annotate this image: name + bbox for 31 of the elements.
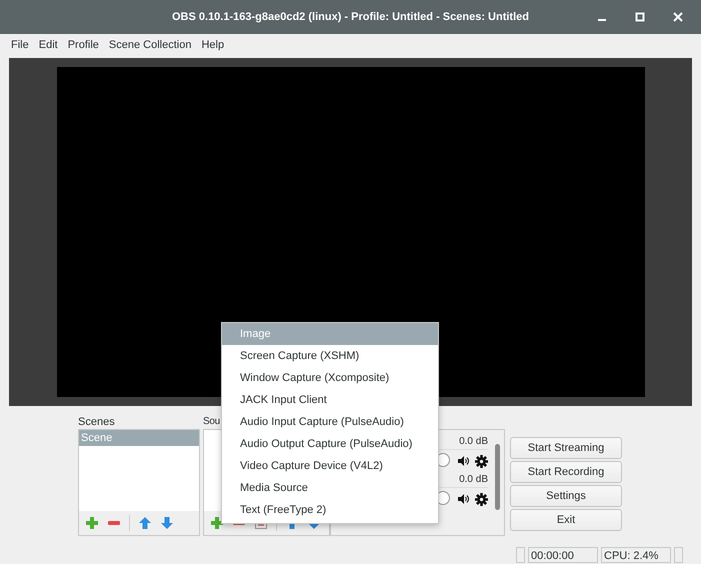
control-button[interactable]: Start Recording [510,461,622,483]
time-display: 00:00:00 [528,547,598,563]
control-button[interactable]: Exit [510,509,622,531]
settings-icon[interactable] [475,454,488,468]
maximize-icon[interactable] [635,12,645,22]
up-arrow-icon[interactable] [138,516,152,530]
menu-item[interactable]: Profile [68,39,99,51]
close-icon[interactable] [673,12,683,22]
menu-item[interactable]: Scene Collection [108,39,192,51]
menu-item[interactable]: Text (FreeType 2) [222,499,438,521]
down-arrow-icon[interactable] [160,516,174,530]
status-field [674,547,683,563]
menu-item[interactable]: File [11,39,29,51]
add-icon[interactable] [85,516,99,530]
speaker-icon[interactable] [457,455,469,467]
window-title: OBS 0.10.1-163-g8ae0cd2 (linux) - Profile: Untitled - Scenes: Untitled [172,11,529,23]
menu-item[interactable]: Audio Input Capture (PulseAudio) [222,411,438,433]
control-button[interactable]: Start Streaming [510,437,622,459]
speaker-icon[interactable] [457,493,469,505]
menu-item[interactable]: Window Capture (Xcomposite) [222,367,438,389]
menu-item[interactable]: Edit [38,39,58,51]
menu-item[interactable]: JACK Input Client [222,389,438,411]
menu-item[interactable]: Help [201,39,224,51]
cpu-display: CPU: 2.4% [601,547,671,563]
sources-label: Sou [203,415,220,429]
scenes-label: Scenes [78,415,116,429]
settings-icon[interactable] [475,492,488,506]
menu-item[interactable]: Screen Capture (XSHM) [222,345,438,367]
control-button[interactable]: Settings [510,485,622,507]
status-field [516,547,525,563]
add-icon[interactable] [210,516,224,530]
